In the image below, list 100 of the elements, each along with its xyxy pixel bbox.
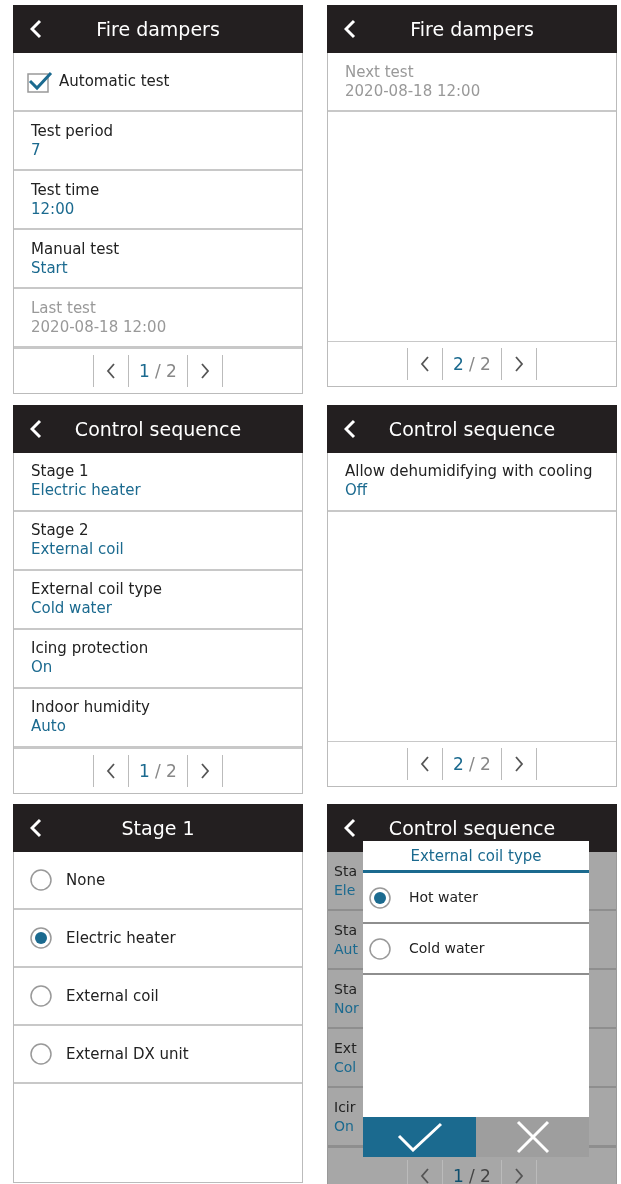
screen-title: Stage 1 bbox=[120, 817, 196, 840]
setting-label: Stage 2 bbox=[31, 521, 89, 541]
option-label: Hot water bbox=[409, 888, 478, 908]
setting-label: Icir bbox=[334, 1097, 356, 1117]
dialog-title: External coil type bbox=[363, 841, 589, 874]
option-label: External coil bbox=[66, 986, 159, 1006]
checkbox[interactable] bbox=[27, 70, 53, 93]
screen-title: Control sequence bbox=[387, 417, 557, 440]
page-total: / 2 bbox=[154, 760, 177, 781]
next-page-button[interactable] bbox=[187, 355, 223, 387]
setting-value: On bbox=[334, 1116, 354, 1136]
chevron-right-icon bbox=[200, 761, 210, 780]
setting-label: Automatic test bbox=[59, 72, 170, 91]
option-label: Electric heater bbox=[66, 928, 176, 948]
setting-label: Allow dehumidifying with cooling bbox=[345, 462, 593, 482]
back-icon[interactable] bbox=[30, 818, 42, 839]
back-icon[interactable] bbox=[344, 818, 356, 839]
chevron-left-icon bbox=[420, 355, 430, 373]
page-number: 1 bbox=[453, 1166, 464, 1184]
setting-label: Next test bbox=[345, 62, 414, 82]
setting-value: Ele bbox=[334, 880, 356, 900]
chevron-left-icon bbox=[106, 362, 116, 380]
chevron-left-icon bbox=[420, 754, 430, 773]
close-icon bbox=[515, 1120, 550, 1155]
radio-option[interactable]: External DX unit bbox=[14, 1026, 302, 1085]
setting-row[interactable]: External coil type Cold water bbox=[14, 570, 302, 630]
page-total: / 2 bbox=[468, 354, 491, 374]
setting-value: Electric heater bbox=[31, 481, 141, 501]
cancel-button[interactable] bbox=[476, 1117, 589, 1158]
setting-row[interactable]: Automatic test bbox=[14, 53, 302, 112]
setting-value: Aut bbox=[334, 939, 358, 959]
setting-value: Off bbox=[345, 481, 368, 501]
setting-label: Sta bbox=[334, 979, 357, 999]
setting-label: Sta bbox=[334, 861, 357, 881]
radio-button[interactable] bbox=[30, 985, 52, 1008]
radio-option[interactable]: Hot water bbox=[363, 873, 589, 925]
page-total: / 2 bbox=[154, 361, 177, 381]
radio-option[interactable]: External coil bbox=[14, 968, 302, 1027]
option-label: Cold water bbox=[409, 939, 485, 959]
setting-label: External coil type bbox=[31, 580, 163, 600]
setting-row[interactable]: Test period 7 bbox=[14, 112, 302, 171]
option-label: External DX unit bbox=[66, 1044, 189, 1064]
confirm-button[interactable] bbox=[363, 1117, 476, 1158]
radio-option[interactable]: None bbox=[14, 852, 302, 911]
setting-label: Indoor humidity bbox=[31, 698, 150, 718]
page-number: 2 bbox=[453, 753, 464, 774]
setting-label: Stage 1 bbox=[31, 462, 89, 482]
next-page-button[interactable] bbox=[187, 754, 223, 787]
page-number: 1 bbox=[139, 760, 150, 781]
radio-option[interactable]: Electric heater bbox=[14, 910, 302, 969]
radio-button[interactable] bbox=[30, 927, 52, 950]
chevron-right-icon bbox=[514, 1167, 524, 1184]
back-icon[interactable] bbox=[30, 418, 42, 439]
chevron-left-icon bbox=[106, 761, 116, 780]
setting-value: Start bbox=[31, 258, 68, 278]
screen-title: Control sequence bbox=[73, 417, 243, 440]
setting-row[interactable]: Test time 12:00 bbox=[14, 171, 302, 230]
setting-value: Cold water bbox=[31, 599, 112, 619]
back-icon[interactable] bbox=[344, 418, 356, 439]
setting-value: Auto bbox=[31, 717, 66, 737]
setting-row[interactable]: Stage 1 Electric heater bbox=[14, 452, 302, 512]
setting-value: 2020-08-18 12:00 bbox=[345, 81, 481, 101]
setting-label: Icing protection bbox=[31, 639, 149, 659]
page-total: / 2 bbox=[468, 1166, 491, 1184]
setting-row[interactable]: Manual test Start bbox=[14, 230, 302, 289]
setting-value: 2020-08-18 12:00 bbox=[31, 317, 167, 337]
radio-button[interactable] bbox=[30, 1043, 52, 1066]
checkmark-icon bbox=[396, 1122, 443, 1153]
setting-label: Test period bbox=[31, 121, 114, 141]
setting-value: Col bbox=[334, 1057, 357, 1077]
setting-label: Test time bbox=[31, 180, 100, 200]
radio-option[interactable]: Cold water bbox=[363, 924, 589, 976]
screen-title: Fire dampers bbox=[409, 18, 535, 40]
chevron-right-icon bbox=[514, 355, 524, 373]
radio-button[interactable] bbox=[30, 869, 52, 892]
setting-row[interactable]: Icing protection On bbox=[14, 629, 302, 689]
setting-value: 7 bbox=[31, 140, 41, 160]
screen-title: Control sequence bbox=[387, 817, 557, 840]
next-page-button[interactable] bbox=[501, 747, 537, 780]
setting-label: Manual test bbox=[31, 239, 120, 259]
setting-row[interactable]: Stage 2 External coil bbox=[14, 511, 302, 571]
chevron-right-icon bbox=[514, 754, 524, 773]
next-page-button[interactable] bbox=[501, 1160, 537, 1184]
chevron-left-icon bbox=[420, 1167, 430, 1184]
setting-row[interactable]: Allow dehumidifying with cooling Off bbox=[328, 452, 616, 512]
setting-row[interactable]: Indoor humidity Auto bbox=[14, 688, 302, 748]
page-number: 2 bbox=[453, 354, 464, 374]
option-label: None bbox=[66, 870, 106, 890]
radio-button[interactable] bbox=[369, 937, 391, 960]
setting-label: Ext bbox=[334, 1038, 357, 1058]
next-page-button[interactable] bbox=[501, 348, 537, 380]
page-total: / 2 bbox=[468, 753, 491, 774]
setting-value: Nor bbox=[334, 998, 359, 1018]
screen-title: Fire dampers bbox=[95, 18, 221, 40]
back-icon[interactable] bbox=[344, 19, 356, 39]
radio-button[interactable] bbox=[369, 886, 391, 909]
back-icon[interactable] bbox=[30, 19, 42, 39]
page-number: 1 bbox=[139, 361, 150, 381]
setting-value: External coil bbox=[31, 540, 124, 560]
setting-value: On bbox=[31, 658, 53, 678]
